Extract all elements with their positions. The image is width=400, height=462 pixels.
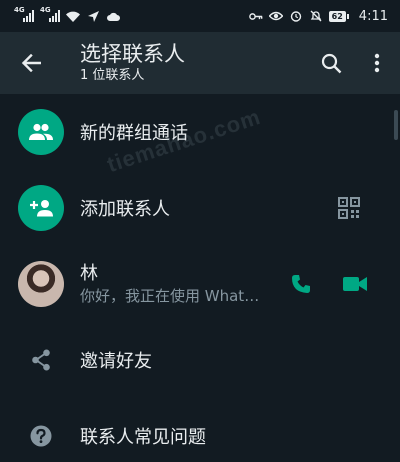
invite-friends-item[interactable]: 邀请好友 (0, 322, 400, 398)
group-avatar (18, 109, 64, 155)
search-icon (321, 53, 341, 73)
person-add-icon (30, 200, 53, 217)
contact-avatar (18, 261, 64, 307)
videocam-icon (343, 277, 367, 291)
status-time: 4:11 (358, 8, 388, 24)
share-icon (32, 349, 50, 371)
qr-code-button[interactable] (322, 181, 376, 235)
help-icon (30, 425, 52, 447)
key-icon (248, 10, 263, 22)
contacts-help-label: 联系人常见问题 (80, 427, 206, 448)
contact-status: 你好，我正在使用 WhatsApp。 (80, 287, 265, 305)
contact-name: 林 (80, 263, 98, 284)
location-icon (86, 10, 100, 22)
battery-level: 62 (328, 10, 346, 22)
voice-call-button[interactable] (274, 257, 328, 311)
wifi-icon (66, 10, 80, 22)
group-icon (29, 123, 53, 140)
title-block: 选择联系人 1 位联系人 (62, 41, 308, 85)
battery-icon: 62 (328, 10, 349, 22)
invite-friends-label: 邀请好友 (80, 351, 152, 372)
contact-count: 1 位联系人 (80, 68, 145, 83)
mute-bell-icon (309, 10, 323, 22)
add-contact-item[interactable]: 添加联系人 (0, 170, 400, 246)
add-contact-label: 添加联系人 (80, 199, 170, 220)
alarm-icon (289, 10, 303, 22)
signal-icon: 4G (40, 6, 60, 22)
scrollbar-thumb[interactable] (394, 110, 398, 140)
contact-row[interactable]: 林 你好，我正在使用 WhatsApp。 (0, 246, 400, 322)
page-title: 选择联系人 (80, 42, 185, 66)
help-icon-wrap (18, 425, 64, 447)
new-group-call-item[interactable]: 新的群组通话 (0, 94, 400, 170)
add-contact-avatar (18, 185, 64, 231)
arrow-back-icon (21, 54, 41, 72)
eye-icon (268, 10, 283, 22)
status-bar: 4G 4G 62 4:11 (0, 0, 400, 32)
status-left: 4G 4G (14, 6, 120, 22)
cloud-icon (106, 10, 120, 22)
more-options-button[interactable] (354, 32, 400, 94)
new-group-call-label: 新的群组通话 (80, 123, 188, 144)
qr-code-icon (338, 197, 360, 219)
more-vert-icon (374, 53, 380, 73)
app-bar: 选择联系人 1 位联系人 (0, 32, 400, 94)
search-button[interactable] (308, 32, 354, 94)
back-button[interactable] (0, 32, 62, 94)
video-call-button[interactable] (328, 257, 382, 311)
contact-list: 新的群组通话 添加联系人 林 你好，我正在使用 WhatsA 邀请好友 联系人常… (0, 94, 400, 462)
status-right: 62 4:11 (248, 8, 388, 24)
contact-text: 林 你好，我正在使用 WhatsApp。 (80, 262, 274, 306)
contacts-help-item[interactable]: 联系人常见问题 (0, 398, 400, 462)
signal-icon: 4G (14, 6, 34, 22)
phone-icon (292, 275, 310, 293)
share-icon-wrap (18, 349, 64, 371)
